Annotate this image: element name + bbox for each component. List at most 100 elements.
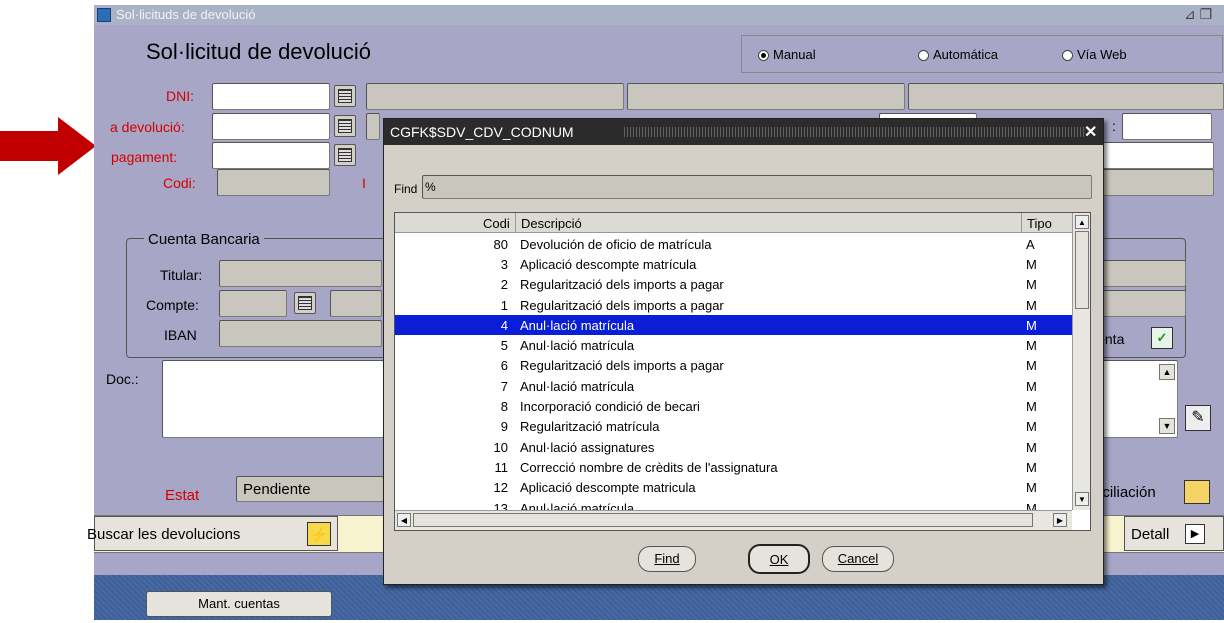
lov-cell-tipo: M: [1026, 500, 1037, 511]
dni-label: DNI:: [166, 88, 194, 104]
col-desc-header[interactable]: Descripció: [521, 216, 582, 231]
pagament-lov-icon[interactable]: [334, 144, 356, 166]
lov-row[interactable]: 4 Anul·lació matrícula M: [395, 315, 1072, 336]
lov-ok-button[interactable]: OK: [748, 544, 810, 574]
radio-automatica-dot: [918, 50, 929, 62]
lov-row[interactable]: 7 Anul·lació matrícula M: [395, 376, 1072, 396]
lov-title: CGFK$SDV_CDV_CODNUM: [390, 124, 574, 140]
compte-lov-icon[interactable]: [294, 292, 316, 314]
lov-vscrollbar[interactable]: ▲ ▼: [1072, 213, 1090, 510]
lov-scroll-left[interactable]: ◀: [397, 513, 411, 527]
iban-label: IBAN: [164, 327, 197, 343]
mant-cuentas-button[interactable]: Mant. cuentas: [146, 591, 332, 617]
dni-input[interactable]: [212, 83, 330, 110]
lov-row[interactable]: 1 Regularització dels imports a pagar M: [395, 295, 1072, 315]
lov-cell-codi: 80: [493, 236, 508, 252]
lov-row[interactable]: 10 Anul·lació assignatures M: [395, 437, 1072, 457]
lov-cancel-button[interactable]: Cancel: [822, 546, 894, 572]
right-colon-label: :: [1112, 118, 1116, 134]
devolucio-input[interactable]: [212, 113, 330, 140]
radio-via-web-dot: [1062, 50, 1073, 62]
conciliacio-button[interactable]: nciliación: [1094, 478, 1216, 508]
lov-find-input[interactable]: %: [422, 175, 1092, 199]
lov-row[interactable]: 8 Incorporació condició de becari M: [395, 396, 1072, 416]
lov-find-button-label: Find: [654, 551, 680, 566]
codi-truncated-label: I: [362, 175, 366, 191]
pagament-right-field[interactable]: [1102, 142, 1214, 169]
lov-row[interactable]: 3 Aplicació descompte matrícula M: [395, 254, 1072, 274]
lov-header: Codi Descripció Tipo: [395, 213, 1072, 233]
radio-manual[interactable]: Manual: [758, 47, 816, 62]
lov-cell-tipo: M: [1026, 297, 1037, 313]
dni-name-field: [366, 83, 624, 110]
radio-manual-label: Manual: [773, 47, 816, 62]
right-small-input[interactable]: [1122, 113, 1212, 140]
buscar-button[interactable]: Buscar les devolucions ⚡: [87, 516, 338, 551]
lov-cell-codi: 3: [500, 256, 508, 272]
lov-cell-tipo: M: [1026, 338, 1037, 354]
col-codi-header[interactable]: Codi: [483, 216, 510, 231]
doc-scroll-up[interactable]: ▲: [1159, 364, 1175, 380]
lov-cell-desc: Aplicació descompte matricula: [520, 480, 696, 496]
radio-via-web[interactable]: Vía Web: [1062, 47, 1127, 62]
lov-scroll-up[interactable]: ▲: [1075, 215, 1089, 229]
dni-field-2: [627, 83, 905, 110]
detall-label: Detall: [1131, 526, 1170, 543]
lov-scroll-right[interactable]: ▶: [1053, 513, 1067, 527]
lov-cell-codi: 4: [395, 315, 516, 336]
lov-cell-tipo: M: [1026, 378, 1037, 394]
lov-cell-codi: 7: [500, 378, 508, 394]
lov-cell-codi: 5: [500, 338, 508, 354]
doc-right-textarea[interactable]: ▲ ▼: [1102, 360, 1178, 438]
compte-field-1: [219, 290, 287, 317]
lov-cell-tipo: M: [1026, 419, 1037, 435]
lov-find-button[interactable]: Find: [638, 546, 696, 572]
cuenta-button[interactable]: ienta ✓: [1094, 325, 1180, 353]
lov-cell-desc: Regularització dels imports a pagar: [520, 277, 724, 293]
estat-label: Estat: [165, 487, 200, 504]
edit-pencil-icon[interactable]: ✎: [1185, 405, 1211, 431]
header-panel: Sol·licitud de devolució Manual Automáti…: [104, 32, 1224, 76]
lov-scroll-down[interactable]: ▼: [1075, 492, 1089, 506]
window-controls[interactable]: ⊿ ❐: [1184, 6, 1212, 23]
lov-cell-tipo: M: [1022, 315, 1072, 336]
compte-label: Compte:: [146, 297, 199, 313]
pagament-input[interactable]: [212, 142, 330, 169]
lov-dialog: CGFK$SDV_CDV_CODNUM ✕ Find % Codi Descri…: [383, 118, 1104, 585]
annotation-arrow: [0, 117, 96, 175]
lov-results: Codi Descripció Tipo 80 Devolución de ofi…: [394, 212, 1091, 531]
lov-row[interactable]: 6 Regularització dels imports a pagar M: [395, 356, 1072, 376]
lov-titlebar: CGFK$SDV_CDV_CODNUM ✕: [384, 119, 1103, 145]
bank-legend: Cuenta Bancaria: [144, 231, 264, 248]
lov-row[interactable]: 2 Regularització dels imports a pagar M: [395, 275, 1072, 295]
lov-row[interactable]: 80 Devolución de oficio de matrícula A: [395, 234, 1072, 254]
detall-button[interactable]: Detall ▶: [1124, 516, 1224, 551]
col-tipo-header[interactable]: Tipo: [1027, 216, 1052, 231]
col-divider: [1021, 213, 1022, 233]
lov-hscroll-thumb[interactable]: [413, 513, 1033, 527]
devolucio-lov-icon[interactable]: [334, 115, 356, 137]
lov-row[interactable]: 12 Aplicació descompte matricula M: [395, 478, 1072, 498]
lov-scroll-thumb[interactable]: [1075, 231, 1089, 309]
lov-close-icon[interactable]: ✕: [1084, 122, 1097, 142]
compte-field-2: [330, 290, 382, 317]
lov-find-value: %: [425, 180, 436, 194]
lov-row[interactable]: 9 Regularització matrícula M: [395, 417, 1072, 437]
window-titlebar: Sol·licituds de devolució ⊿ ❐: [94, 5, 1224, 25]
lov-cell-desc: Correcció nombre de crèdits de l'assigna…: [520, 459, 778, 475]
lov-find-label: Find: [394, 182, 418, 196]
doc-scroll-down[interactable]: ▼: [1159, 418, 1175, 434]
doc-textarea[interactable]: [162, 360, 384, 438]
lov-cell-tipo: M: [1026, 256, 1037, 272]
devolucio-desc-field: [366, 113, 380, 140]
codi-label: Codi:: [163, 175, 196, 191]
lov-row[interactable]: 13 Anul·lació matrícula M: [395, 498, 1072, 511]
lov-hscrollbar[interactable]: ◀ ▶: [395, 510, 1072, 530]
devolucio-label: a devolució:: [110, 119, 185, 135]
lov-cell-tipo: M: [1026, 399, 1037, 415]
lov-row[interactable]: 5 Anul·lació matrícula M: [395, 335, 1072, 355]
radio-automatica[interactable]: Automática: [918, 47, 998, 62]
dni-lov-icon[interactable]: [334, 85, 356, 107]
window-title: Sol·licituds de devolució: [116, 7, 256, 22]
lov-row[interactable]: 11 Correcció nombre de crèdits de l'assig…: [395, 457, 1072, 477]
